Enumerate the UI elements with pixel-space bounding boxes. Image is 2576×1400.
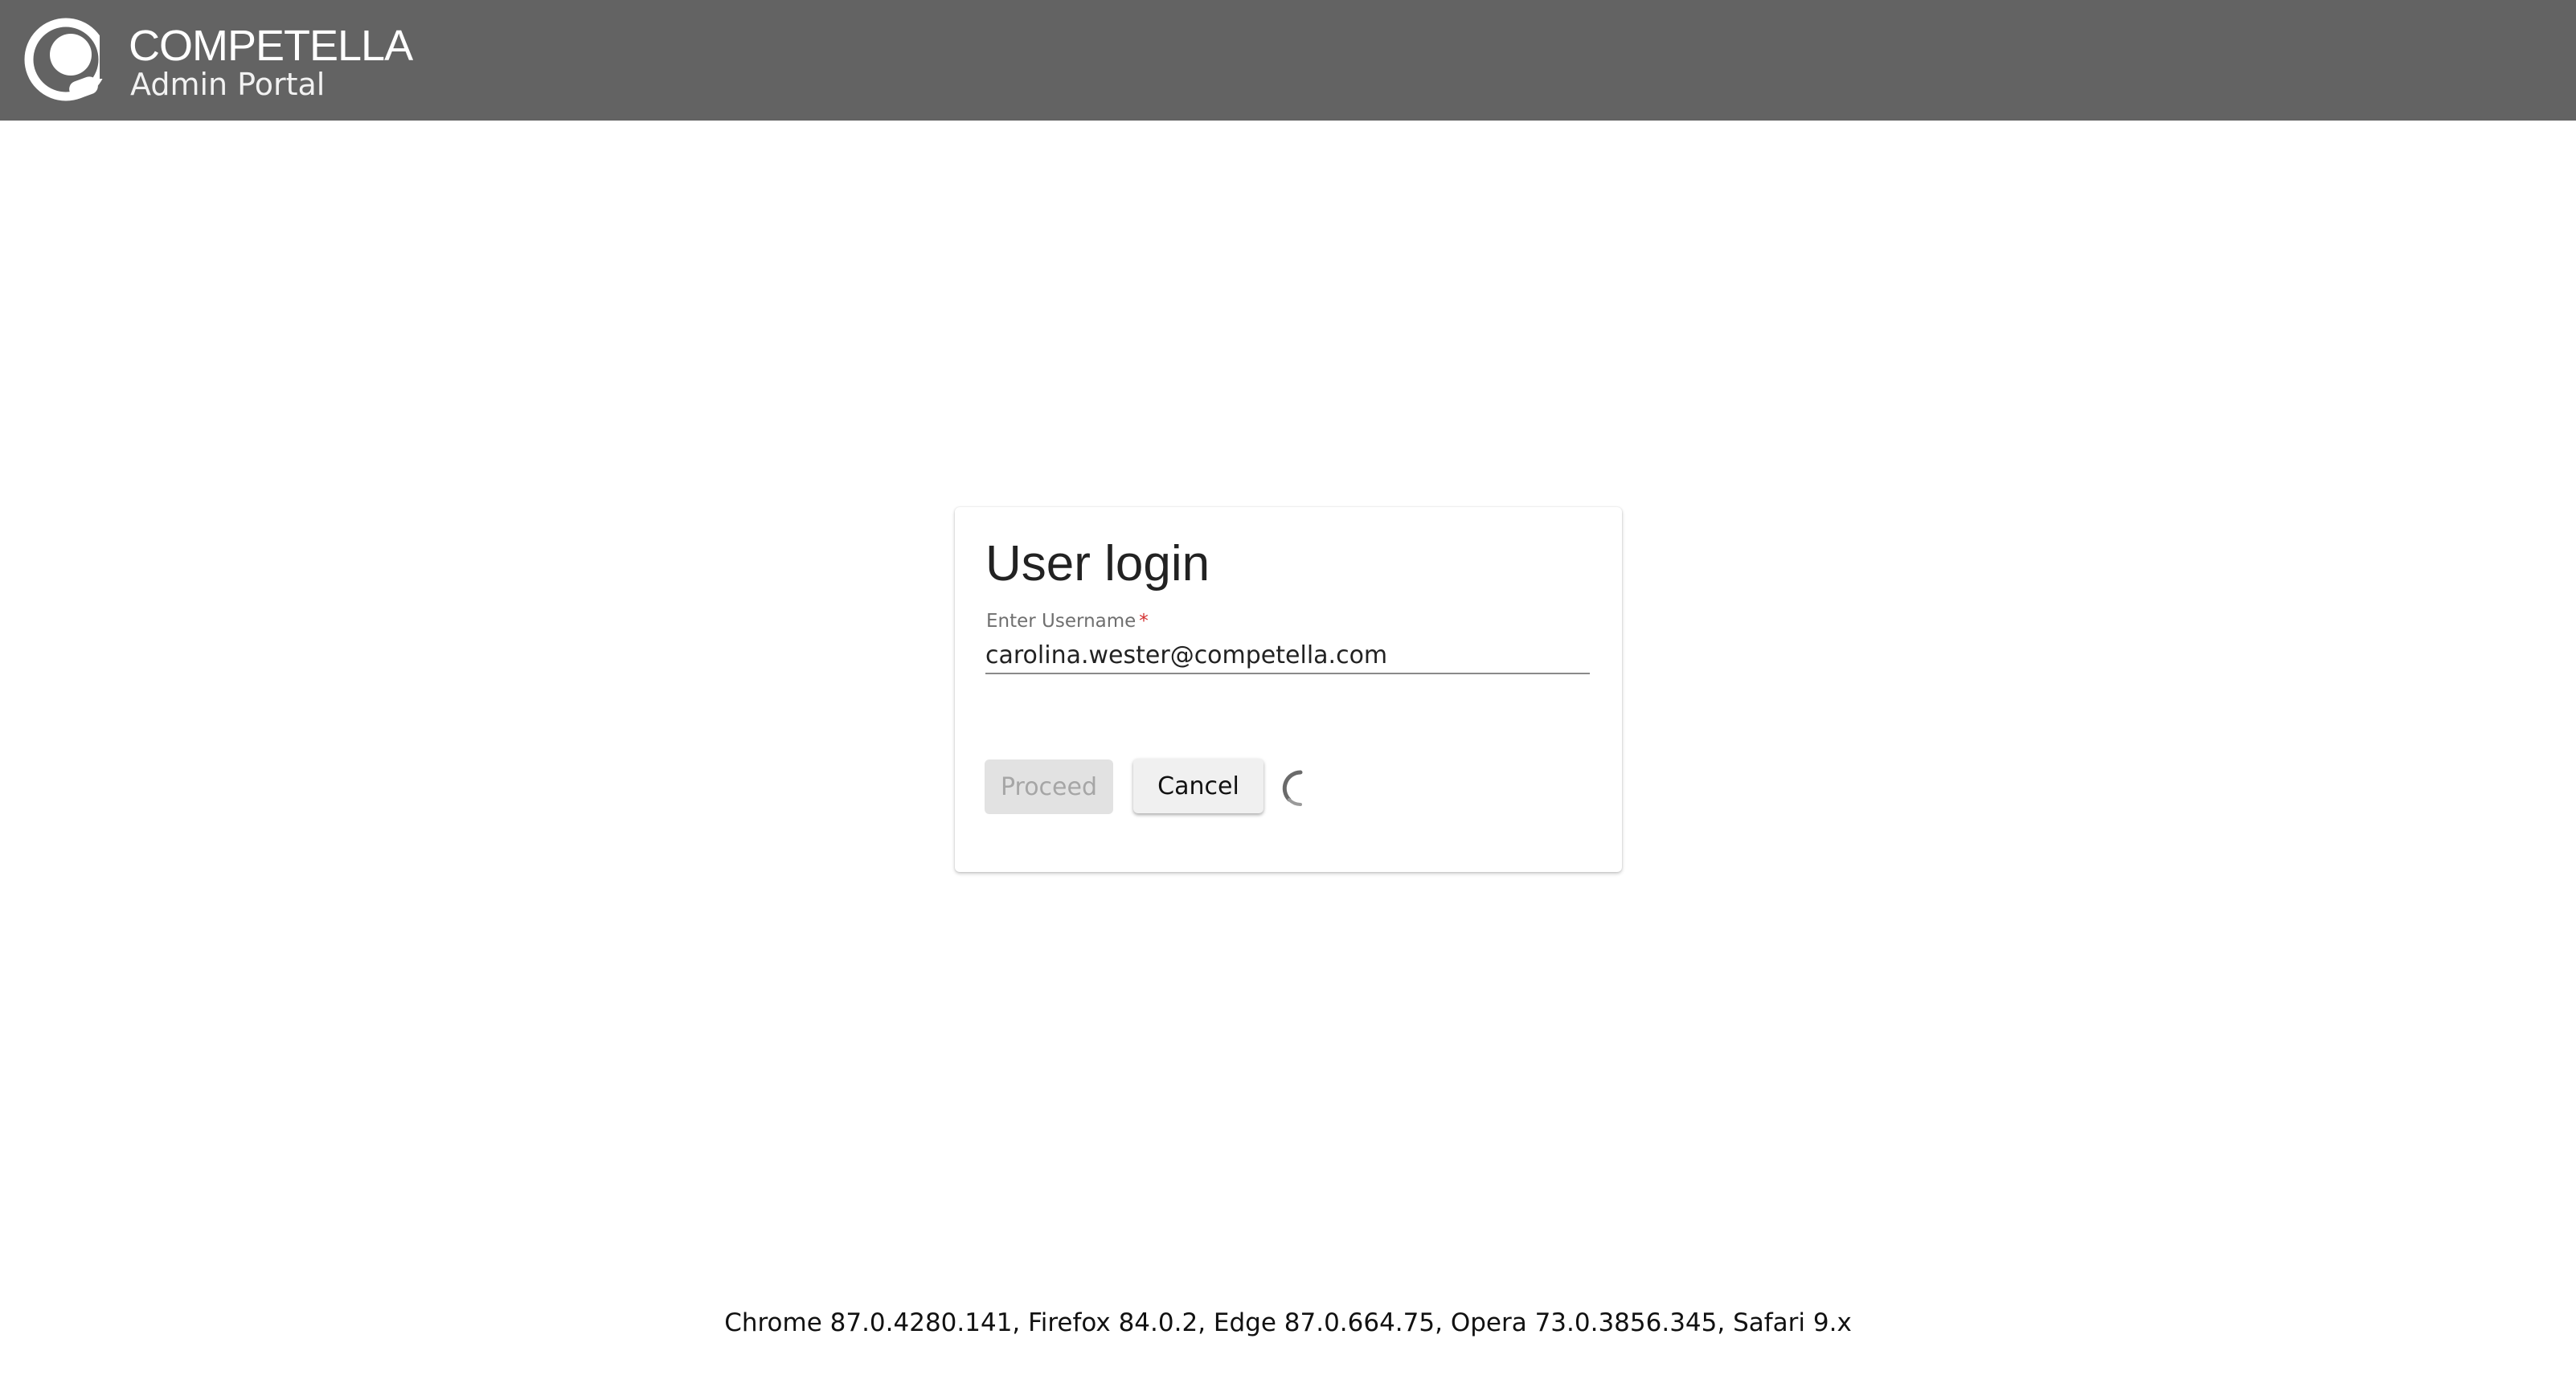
- brand-subtitle: Admin Portal: [130, 67, 326, 102]
- username-label-text: Enter Username: [986, 611, 1136, 632]
- proceed-button[interactable]: Proceed: [985, 759, 1113, 814]
- header-bar: COMPETELLA Admin Portal: [0, 0, 2576, 121]
- username-input[interactable]: [985, 637, 1590, 674]
- brand-name: COMPETELLA: [129, 22, 413, 70]
- spinner-icon: [1282, 770, 1303, 806]
- competella-logo-icon: [24, 18, 113, 101]
- login-card: User login Enter Username* Proceed Cance…: [955, 507, 1622, 872]
- required-marker: *: [1139, 611, 1149, 632]
- username-label: Enter Username *: [986, 612, 1149, 631]
- page-title: User login: [985, 536, 1210, 592]
- cancel-button[interactable]: Cancel: [1133, 759, 1263, 813]
- browser-versions-footer: Chrome 87.0.4280.141, Firefox 84.0.2, Ed…: [724, 1308, 1852, 1337]
